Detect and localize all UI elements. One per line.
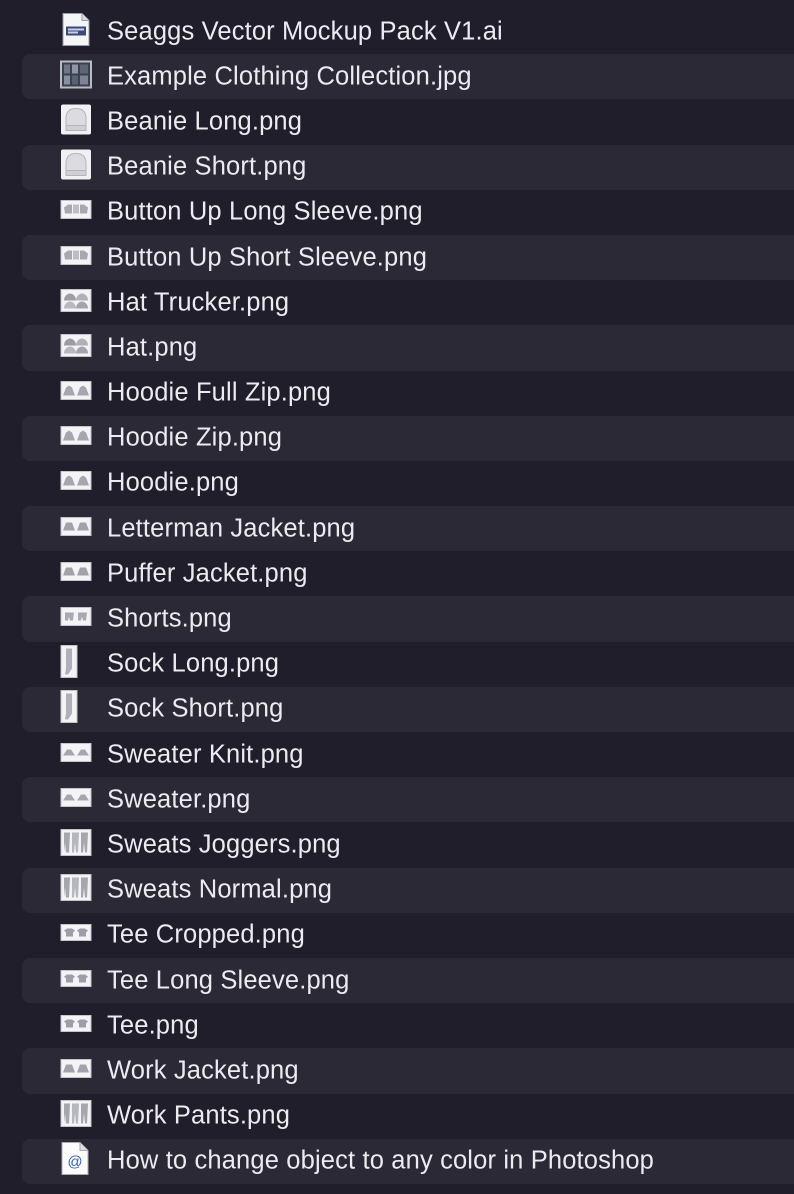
tee-thumbnail-icon	[60, 1014, 92, 1037]
file-row[interactable]: Beanie Short.png	[22, 144, 794, 190]
sock-thumbnail-icon	[60, 690, 78, 729]
file-name: Work Pants.png	[107, 1101, 291, 1130]
sweater-thumbnail-icon	[60, 787, 92, 812]
tee-thumbnail-icon	[60, 969, 92, 992]
svg-text:@: @	[67, 1154, 82, 1171]
file-name: Hat Trucker.png	[107, 288, 290, 317]
file-name: Tee Long Sleeve.png	[107, 966, 350, 995]
file-name: How to change object to any color in Pho…	[107, 1146, 654, 1175]
pants-thumbnail-icon	[60, 828, 92, 861]
file-row[interactable]: Hoodie Full Zip.png	[22, 371, 794, 416]
beanie-thumbnail-icon	[60, 149, 92, 186]
file-name: Hoodie Full Zip.png	[107, 378, 331, 407]
file-row[interactable]: Hoodie Zip.png	[22, 415, 794, 461]
jacket-thumbnail-icon	[60, 516, 92, 541]
pants-thumbnail-icon	[60, 1100, 92, 1133]
file-row[interactable]: Hat.png	[22, 325, 794, 371]
beanie-thumbnail-icon	[60, 103, 92, 140]
file-row[interactable]: Sock Short.png	[22, 686, 794, 732]
pants-thumbnail-icon	[60, 874, 92, 907]
hat-thumbnail-icon	[60, 333, 92, 362]
ai-file-icon	[60, 12, 92, 51]
file-name: Letterman Jacket.png	[107, 514, 356, 543]
file-name: Button Up Short Sleeve.png	[107, 243, 428, 272]
file-row[interactable]: Hoodie.png	[22, 461, 794, 506]
hoodie-thumbnail-icon	[60, 426, 92, 451]
file-name: Hat.png	[107, 333, 198, 362]
hat-thumbnail-icon	[60, 288, 92, 317]
file-row[interactable]: Sweater Knit.png	[22, 732, 794, 777]
file-row[interactable]: Sock Long.png	[22, 642, 794, 687]
sweater-thumbnail-icon	[60, 742, 92, 767]
file-row[interactable]: Sweater.png	[22, 777, 794, 823]
file-row[interactable]: Sweats Joggers.png	[22, 822, 794, 867]
file-name: Work Jacket.png	[107, 1056, 299, 1085]
file-name: Sweater.png	[107, 785, 251, 814]
file-row[interactable]: Puffer Jacket.png	[22, 551, 794, 596]
file-row[interactable]: Tee Long Sleeve.png	[22, 957, 794, 1004]
file-name: Puffer Jacket.png	[107, 559, 308, 588]
sock-thumbnail-icon	[60, 645, 78, 684]
file-name: Hoodie.png	[107, 468, 239, 497]
file-name: Sweats Joggers.png	[107, 830, 341, 859]
file-name: Sweats Normal.png	[107, 875, 333, 904]
hoodie-thumbnail-icon	[60, 471, 92, 496]
file-name: Button Up Long Sleeve.png	[107, 197, 423, 226]
file-row[interactable]: Beanie Long.png	[22, 99, 794, 144]
file-name: Hoodie Zip.png	[107, 423, 283, 452]
file-name: Tee Cropped.png	[107, 920, 305, 949]
jpg-collection-icon	[60, 60, 92, 93]
file-name: Sweater Knit.png	[107, 740, 304, 769]
file-row[interactable]: Button Up Short Sleeve.png	[22, 234, 794, 281]
file-list: Seaggs Vector Mockup Pack V1.ai Example …	[0, 9, 794, 1184]
internet-location-icon: @	[60, 1142, 90, 1181]
file-row[interactable]: @ How to change object to any color in Ph…	[22, 1138, 794, 1184]
hoodie-thumbnail-icon	[60, 381, 92, 406]
file-name: Example Clothing Collection.jpg	[107, 62, 472, 91]
file-row[interactable]: Button Up Long Sleeve.png	[22, 190, 794, 235]
shorts-thumbnail-icon	[60, 607, 92, 632]
jacket-thumbnail-icon	[60, 1058, 92, 1083]
file-row[interactable]: Work Pants.png	[22, 1094, 794, 1139]
file-name: Sock Long.png	[107, 649, 280, 678]
file-name: Sock Short.png	[107, 694, 284, 723]
file-row[interactable]: Sweats Normal.png	[22, 867, 794, 913]
tee-thumbnail-icon	[60, 924, 92, 947]
file-name: Shorts.png	[107, 604, 232, 633]
file-row[interactable]: Hat Trucker.png	[22, 280, 794, 325]
file-name: Beanie Short.png	[107, 152, 307, 181]
file-row[interactable]: Example Clothing Collection.jpg	[22, 54, 794, 100]
file-name: Tee.png	[107, 1011, 199, 1040]
file-row[interactable]: Tee Cropped.png	[22, 913, 794, 958]
shirt-thumbnail-icon	[60, 245, 92, 270]
file-name: Seaggs Vector Mockup Pack V1.ai	[107, 17, 503, 46]
file-row[interactable]: Letterman Jacket.png	[22, 506, 794, 552]
jacket-thumbnail-icon	[60, 561, 92, 586]
file-row[interactable]: Work Jacket.png	[22, 1048, 794, 1094]
file-row[interactable]: Shorts.png	[22, 596, 794, 642]
shirt-thumbnail-icon	[60, 200, 92, 225]
file-name: Beanie Long.png	[107, 107, 303, 136]
file-row[interactable]: Seaggs Vector Mockup Pack V1.ai	[22, 9, 794, 54]
file-row[interactable]: Tee.png	[22, 1003, 794, 1048]
